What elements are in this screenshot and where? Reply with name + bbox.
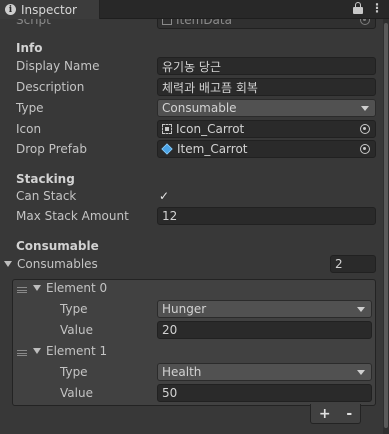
element-0-type-value: Hunger	[162, 302, 207, 316]
dropdown-arrow-icon	[361, 106, 369, 111]
kebab-menu-icon[interactable]: ⋮	[371, 2, 383, 14]
stacking-header: Stacking	[16, 172, 75, 186]
checkmark-icon: ✓	[158, 189, 170, 203]
consumables-foldout[interactable]: Consumables	[4, 255, 98, 273]
element-1-type-label-text: Type	[60, 365, 88, 379]
type-dropdown[interactable]: Consumable	[157, 99, 376, 117]
can-stack-label: Can Stack	[16, 187, 76, 205]
consumables-label: Consumables	[17, 257, 98, 271]
can-stack-checkbox[interactable]: ✓	[157, 189, 171, 203]
icon-label: Icon	[16, 120, 41, 138]
info-header: Info	[16, 41, 43, 55]
tab-title: Inspector	[21, 2, 77, 17]
drop-prefab-label-text: Drop Prefab	[16, 142, 87, 156]
object-picker-icon[interactable]	[360, 124, 370, 134]
vertical-scrollbar[interactable]	[383, 19, 389, 434]
icon-object-value: Icon_Carrot	[176, 122, 245, 136]
display-name-input[interactable]: 유기농 당근	[157, 57, 376, 75]
max-stack-input[interactable]: 12	[157, 207, 376, 225]
list-footer: + -	[310, 404, 361, 424]
element-0-type-label-text: Type	[60, 302, 88, 316]
element-1-type-dropdown[interactable]: Health	[157, 363, 372, 381]
foldout-arrow-icon	[33, 285, 41, 291]
script-label: Script	[16, 19, 51, 27]
drop-prefab-value: Item_Carrot	[177, 142, 248, 156]
element-0-value-label: Value	[60, 321, 93, 339]
lock-icon[interactable]	[353, 2, 363, 14]
type-label: Type	[16, 99, 44, 117]
display-name-label: Display Name	[16, 57, 99, 75]
consumable-header: Consumable	[16, 239, 99, 253]
element-1-type-value: Health	[162, 365, 202, 379]
prefab-icon	[161, 143, 173, 155]
consumables-size-input[interactable]: 2	[330, 255, 376, 273]
element-0-type-label: Type	[60, 300, 88, 318]
description-label: Description	[16, 78, 84, 96]
scrollbar-thumb[interactable]	[384, 23, 388, 428]
element-1-label: Element 1	[46, 344, 108, 358]
element-0-foldout[interactable]: Element 0	[33, 279, 107, 297]
drag-handle-icon[interactable]	[17, 287, 27, 293]
foldout-arrow-icon	[33, 348, 41, 354]
description-input[interactable]: 체력과 배고픔 회복	[157, 78, 376, 96]
drop-prefab-label: Drop Prefab	[16, 140, 87, 158]
description-label-text: Description	[16, 80, 85, 94]
element-1-type-label: Type	[60, 363, 88, 381]
element-1-value-label-text: Value	[60, 386, 93, 400]
can-stack-label-text: Can Stack	[16, 189, 77, 203]
max-stack-label: Max Stack Amount	[16, 207, 129, 225]
dropdown-arrow-icon	[357, 307, 365, 312]
remove-element-button[interactable]: -	[346, 406, 352, 422]
element-1-value-input[interactable]: 50	[157, 384, 372, 402]
dropdown-arrow-icon	[357, 370, 365, 375]
script-target-icon	[360, 19, 370, 25]
script-value: ItemData	[176, 19, 232, 27]
drop-prefab-object-field[interactable]: Item_Carrot	[157, 140, 376, 158]
drag-handle-icon[interactable]	[17, 350, 27, 356]
display-name-label-text: Display Name	[16, 59, 100, 73]
element-0-value-label-text: Value	[60, 323, 93, 337]
max-stack-label-text: Max Stack Amount	[16, 209, 129, 223]
element-1-foldout[interactable]: Element 1	[33, 342, 107, 360]
foldout-arrow-icon	[4, 261, 12, 267]
element-0-type-dropdown[interactable]: Hunger	[157, 300, 372, 318]
script-field: ItemData	[157, 19, 376, 29]
add-element-button[interactable]: +	[319, 406, 331, 422]
script-icon	[162, 19, 172, 25]
icon-object-field[interactable]: Icon_Carrot	[157, 120, 376, 138]
element-1-value-label: Value	[60, 384, 93, 402]
type-dropdown-value: Consumable	[162, 101, 237, 115]
icon-label-text: Icon	[16, 122, 42, 136]
tab-inspector[interactable]: i Inspector	[0, 0, 100, 19]
type-label-text: Type	[16, 101, 44, 115]
object-picker-icon[interactable]	[360, 144, 370, 154]
sprite-icon	[162, 124, 172, 134]
tab-bar: i Inspector ⋮	[0, 0, 389, 19]
script-row: Script	[16, 19, 51, 29]
element-0-label: Element 0	[46, 281, 108, 295]
element-0-value-input[interactable]: 20	[157, 321, 372, 339]
info-icon: i	[5, 4, 16, 15]
